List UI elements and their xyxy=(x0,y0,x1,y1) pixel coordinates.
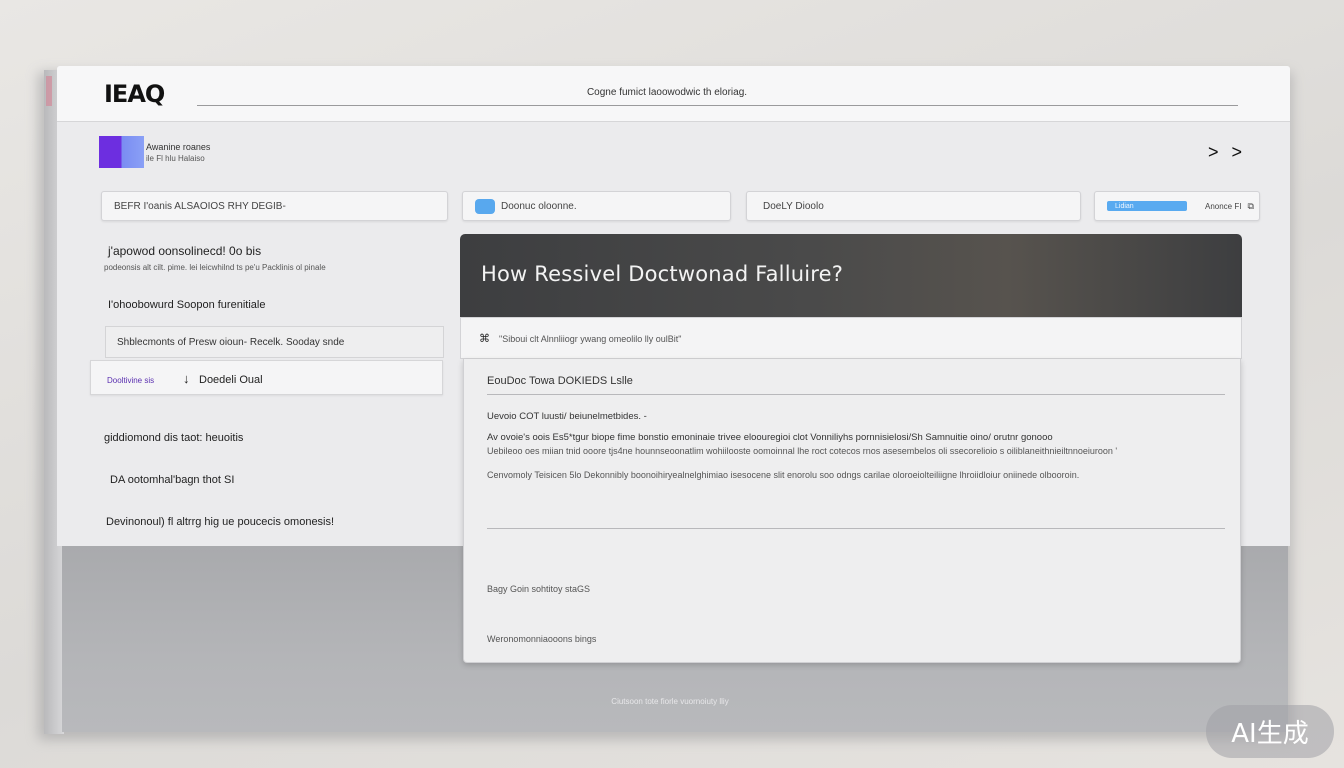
sidebar-item-boxed[interactable]: Shblecmonts of Presw oioun- Recelk. Sood… xyxy=(105,326,444,358)
body-divider xyxy=(487,528,1225,529)
article-footer-label-2: Weronomonniaooons bings xyxy=(487,634,597,644)
filter-pill-2[interactable]: Doonuc oloonne. xyxy=(462,191,731,221)
sidebar-item-support[interactable]: I'ohoobowurd Soopon furenitiale xyxy=(108,299,265,311)
article-meta-bar: ⌘ "Siboui clt Alnnliiogr ywang omeolilo … xyxy=(460,317,1242,359)
top-header: IEAQ Cogne fumict laoowodwic th eloriag. xyxy=(57,66,1290,122)
filter-pill-label: Anonce FI xyxy=(1205,201,1242,211)
brand-logo-icon[interactable] xyxy=(99,136,144,168)
filter-pill-4[interactable]: Lidian Anonce FI ⧉ xyxy=(1094,191,1260,221)
filter-pill-3[interactable]: DoeLY Dioolo xyxy=(746,191,1081,221)
sidebar-item-active[interactable]: Dooltivine sis ↓ Doedeli Oual xyxy=(90,360,443,395)
sidebar-link-1[interactable]: giddiomond dis taot: heuoitis xyxy=(104,432,243,444)
article-meta-text: "Siboui clt Alnnliiogr ywang omeolilo ll… xyxy=(499,334,682,344)
sidebar-item-label: Doedeli Oual xyxy=(199,374,263,386)
chat-bubble-icon xyxy=(475,198,495,214)
header-tagline: Cogne fumict laoowodwic th eloriag. xyxy=(586,87,748,98)
arrow-down-icon: ↓ xyxy=(183,371,190,386)
article-title: How Ressivel Doctwonad Falluire? xyxy=(481,262,844,286)
body-line-1: Uevoio COT luusti/ beiunelmetbides. - xyxy=(487,411,647,422)
page-footer-text: Ciutsoon tote fiorle vuornoiuty lliy xyxy=(611,697,729,706)
body-line-4: Cenvomoly Teisicen 5lo Dekonnibly boonoi… xyxy=(487,470,1080,480)
body-line-3: Uebileoo oes miian tnid ooore tjs4ne hou… xyxy=(487,446,1118,456)
sidebar-link-2[interactable]: DA ootomhal'bagn thot SI xyxy=(110,474,234,486)
section-title: EouDoc Towa DOKIEDS Lslle xyxy=(487,375,633,387)
ai-generated-watermark: AI生成 xyxy=(1206,705,1334,758)
logo[interactable]: IEAQ xyxy=(104,80,165,108)
sidebar-subheading: podeonsis alt cilt. pime. lei leicwhilnd… xyxy=(104,263,326,272)
header-divider xyxy=(197,105,1238,106)
article-hero: How Ressivel Doctwonad Falluire? xyxy=(460,234,1242,317)
filter-pill-1[interactable]: BEFR I'oanis ALSAOIOS RHY DEGIB- xyxy=(101,191,448,221)
filter-pill-label: Doonuc oloonne. xyxy=(501,200,577,212)
brand-subtitle: ile Fl hlu Halaiso xyxy=(146,154,205,163)
filter-pill-label: DoeLY Dioolo xyxy=(763,200,824,212)
chevron-right-icon[interactable]: > > xyxy=(1208,142,1246,163)
sidebar-badge: Dooltivine sis xyxy=(107,376,155,385)
article-footer-label-1: Bagy Goin sohtitoy staGS xyxy=(487,584,591,594)
command-icon: ⌘ xyxy=(479,333,490,345)
article-body: EouDoc Towa DOKIEDS Lslle Uevoio COT luu… xyxy=(463,359,1241,663)
edge-accent xyxy=(46,76,52,106)
sidebar-link-3[interactable]: Devinonoul) fl altrrg hig ue poucecis om… xyxy=(106,516,334,528)
body-line-2: Av ovoie's oois Es5*tgur biope fime bons… xyxy=(487,432,1053,443)
external-link-icon: ⧉ xyxy=(1247,200,1254,211)
section-divider xyxy=(487,394,1225,395)
brand-name: Awanine roanes xyxy=(146,142,211,152)
filter-pill-label: BEFR I'oanis ALSAOIOS RHY DEGIB- xyxy=(114,200,286,212)
sidebar-heading: j'apowod oonsolinecd! 0o bis xyxy=(108,244,262,258)
progress-bar-label: Lidian xyxy=(1115,202,1134,210)
